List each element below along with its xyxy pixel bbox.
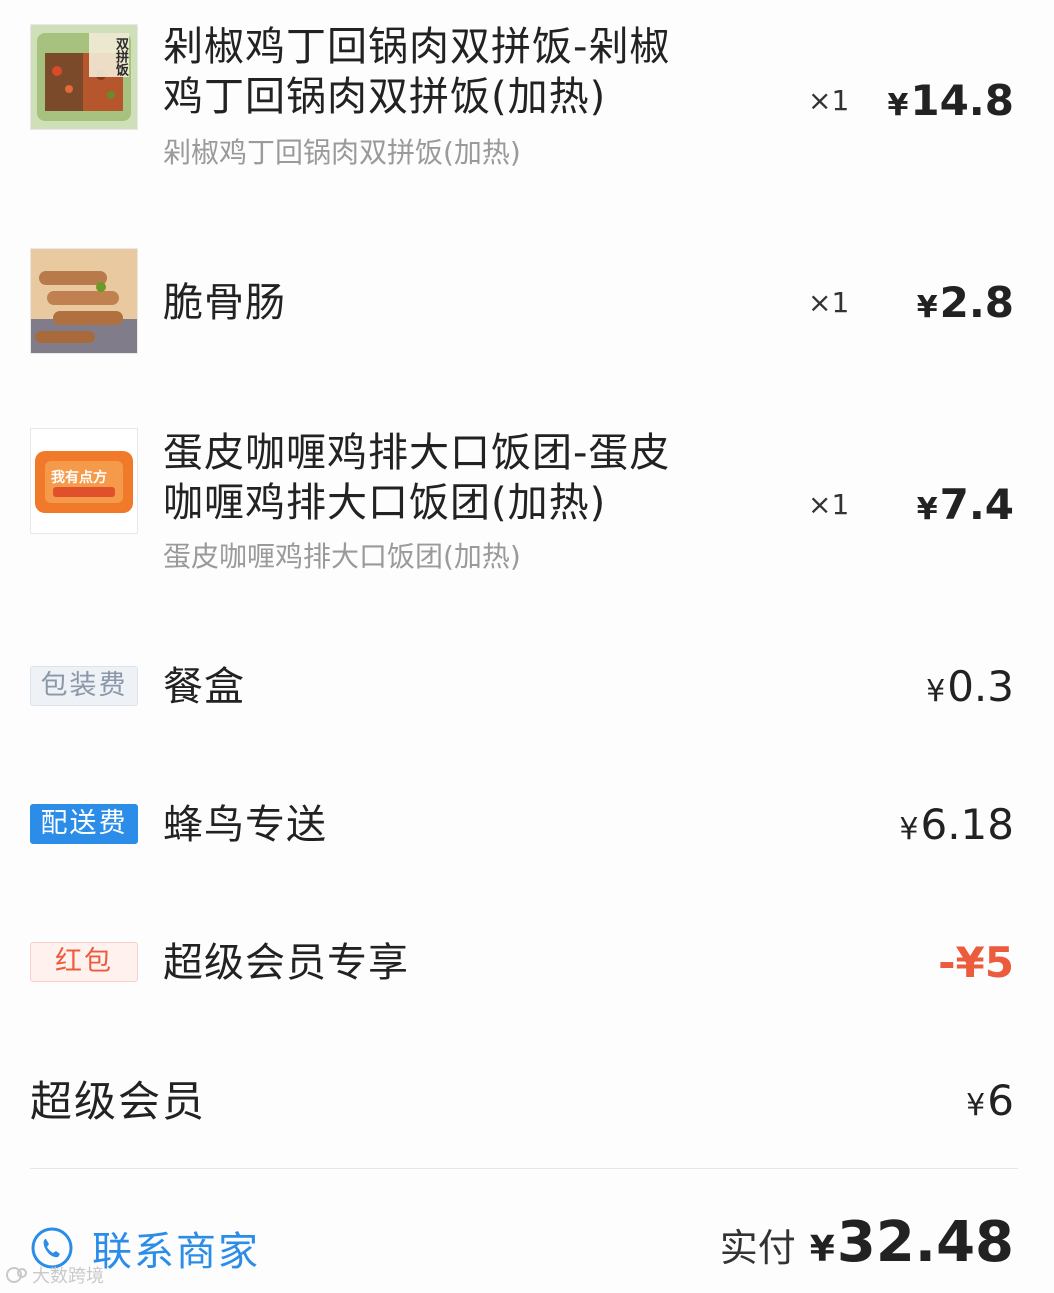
item-quantity: ×1 <box>808 488 850 521</box>
rice-box-thumbnail: 双拼饭 <box>30 24 138 130</box>
item-price-value: 7.4 <box>939 480 1014 529</box>
divider <box>30 1168 1018 1169</box>
item-price: ¥14.8 <box>887 76 1014 125</box>
item-name: 剁椒鸡丁回锅肉双拼饭-剁椒鸡丁回锅肉双拼饭(加热) <box>163 24 671 120</box>
super-member-price: ¥6 <box>966 1076 1014 1125</box>
item-name: 脆骨肠 <box>163 280 286 326</box>
delivery-fee-value: 6.18 <box>920 800 1014 849</box>
thumb-label: 我有点方 <box>51 470 107 486</box>
item-price-value: 2.8 <box>939 278 1014 327</box>
watermark-logo-icon <box>6 1267 27 1283</box>
currency-symbol: ¥ <box>916 492 938 527</box>
super-member-label: 超级会员 <box>30 1077 207 1126</box>
watermark-text: 大数跨境 <box>32 1266 104 1287</box>
packaging-fee-label: 餐盒 <box>163 664 245 710</box>
currency-symbol: ¥ <box>966 1088 986 1123</box>
thumb-label: 双拼饭 <box>113 37 128 76</box>
order-item-row: 我有点方 蛋皮咖喱鸡排大口饭团-蛋皮咖喱鸡排大口饭团(加热) 蛋皮咖喱鸡排大口饭… <box>0 400 1054 600</box>
red-packet-tag: 红包 <box>30 942 138 982</box>
watermark: 大数跨境 <box>6 1262 104 1288</box>
total-paid: 实付 ¥ 32.48 <box>720 1210 1014 1275</box>
packaging-fee-price: ¥0.3 <box>926 662 1014 711</box>
super-member-value: 6 <box>987 1076 1014 1125</box>
item-price: ¥2.8 <box>917 278 1014 327</box>
total-value: 32.48 <box>836 1210 1014 1275</box>
order-detail-page: 双拼饭 剁椒鸡丁回锅肉双拼饭-剁椒鸡丁回锅肉双拼饭(加热) 剁椒鸡丁回锅肉双拼饭… <box>0 0 1054 1293</box>
currency-symbol: ¥ <box>809 1229 835 1270</box>
currency-symbol: ¥ <box>926 674 946 709</box>
delivery-fee-row: 配送费 蜂鸟专送 ¥6.18 <box>0 788 1054 868</box>
packaging-fee-tag: 包装费 <box>30 666 138 706</box>
item-price-value: 14.8 <box>910 76 1014 125</box>
item-price: ¥7.4 <box>917 480 1014 529</box>
item-name: 蛋皮咖喱鸡排大口饭团-蛋皮咖喱鸡排大口饭团(加热) <box>163 430 671 526</box>
red-packet-discount: -¥5 <box>938 938 1014 987</box>
packaging-fee-row: 包装费 餐盒 ¥0.3 <box>0 650 1054 730</box>
item-spec: 剁椒鸡丁回锅肉双拼饭(加热) <box>163 136 521 169</box>
item-quantity: ×1 <box>808 286 850 319</box>
order-item-row: 双拼饭 剁椒鸡丁回锅肉双拼饭-剁椒鸡丁回锅肉双拼饭(加热) 剁椒鸡丁回锅肉双拼饭… <box>0 0 1054 200</box>
delivery-fee-label: 蜂鸟专送 <box>163 802 327 848</box>
rice-ball-package-thumbnail: 我有点方 <box>30 428 138 534</box>
currency-symbol: ¥ <box>899 812 919 847</box>
currency-symbol: ¥ <box>916 290 938 325</box>
sausage-thumbnail <box>30 248 138 354</box>
item-quantity: ×1 <box>808 84 850 117</box>
delivery-fee-price: ¥6.18 <box>899 800 1014 849</box>
super-member-row: 超级会员 ¥6 <box>0 1064 1054 1144</box>
order-item-row: 脆骨肠 ×1 ¥2.8 <box>0 240 1054 370</box>
red-packet-row: 红包 超级会员专享 -¥5 <box>0 926 1054 1006</box>
total-label: 实付 <box>719 1226 796 1270</box>
packaging-fee-value: 0.3 <box>947 662 1014 711</box>
item-spec: 蛋皮咖喱鸡排大口饭团(加热) <box>163 540 521 573</box>
currency-symbol: ¥ <box>887 88 909 123</box>
delivery-fee-tag: 配送费 <box>30 804 138 844</box>
contact-merchant-label: 联系商家 <box>92 1229 260 1275</box>
red-packet-label: 超级会员专享 <box>163 940 409 986</box>
